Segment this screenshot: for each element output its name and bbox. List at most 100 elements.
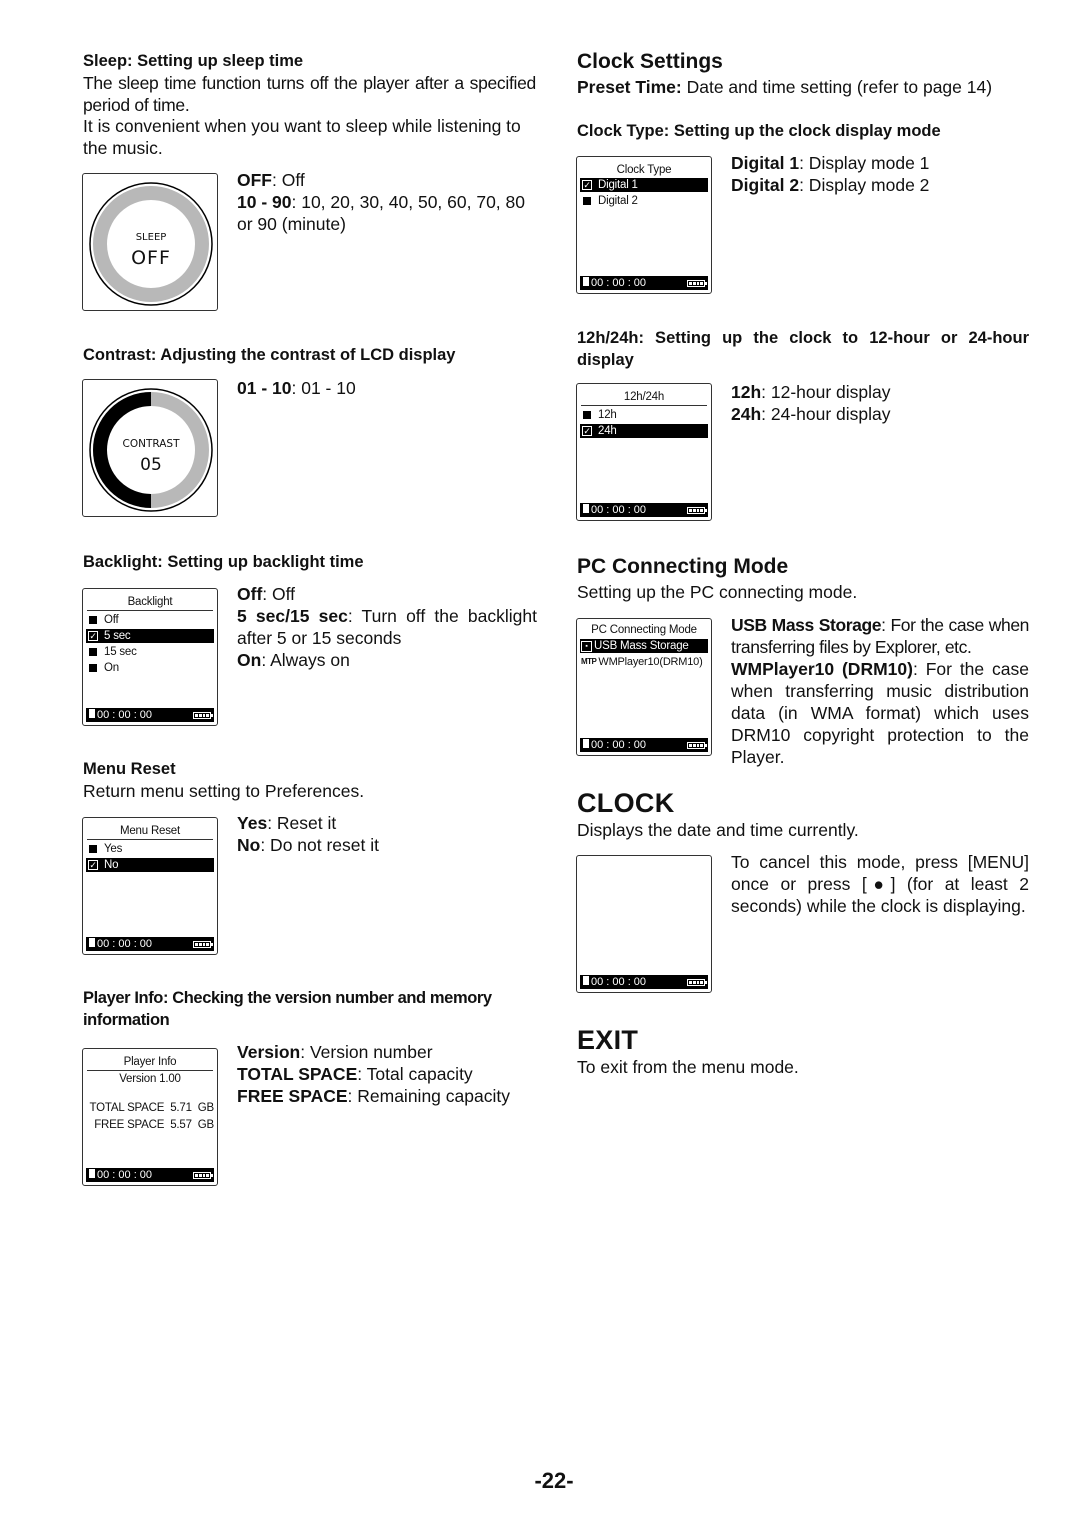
backlight-options: Off: Off 5 sec/15 sec: Turn off the back… (237, 583, 537, 671)
sleep-description: The sleep time function turns off the pl… (83, 73, 536, 115)
status-bar: 00 : 00 : 00 (86, 937, 214, 951)
contrast-dial-value: 05 (140, 455, 162, 475)
clock-description: Displays the date and time currently. (577, 820, 859, 840)
contrast-dial-screen: CONTRAST 05 (82, 379, 218, 517)
preset-time-value: Date and time setting (refer to page 14) (681, 77, 993, 97)
menu-reset-screen-title: Menu Reset (87, 824, 213, 840)
sleep-heading: Sleep: Setting up sleep time (83, 52, 304, 70)
stop-icon (89, 1169, 95, 1178)
battery-icon (193, 940, 213, 948)
unchecked-box-icon (89, 648, 97, 656)
sleep-dial-screen: SLEEP OFF (82, 173, 218, 311)
clock-type-option1-value: : Display mode 1 (799, 153, 930, 173)
pc-mode-screen: PC Connecting Mode ▪ USB Mass Storage MT… (576, 618, 712, 756)
stop-icon (89, 709, 95, 718)
backlight-option-off-key: Off (237, 584, 263, 604)
status-time: 00 : 00 : 00 (97, 1169, 153, 1181)
menu-reset-options: Yes: Reset it No: Do not reset it (237, 812, 379, 856)
backlight-item-on: On (86, 661, 214, 675)
unchecked-box-icon (583, 411, 591, 419)
pc-option-wmplayer-key: WMPlayer10 (DRM10) (731, 659, 913, 679)
menu-reset-item-yes: Yes (86, 842, 214, 856)
sleep-option-off-value: : Off (272, 170, 305, 190)
stop-icon (583, 739, 589, 748)
menu-reset-option-yes-value: : Reset it (267, 813, 337, 833)
status-bar: 00 : 00 : 00 (86, 1168, 214, 1182)
backlight-option-on-value: : Always on (261, 650, 350, 670)
player-info-option-version-value: : Version number (300, 1042, 433, 1062)
backlight-screen-title: Backlight (87, 595, 213, 611)
stop-icon (583, 504, 589, 513)
backlight-item-off: Off (86, 613, 214, 627)
battery-icon (193, 711, 213, 719)
checked-box-icon: ✓ (88, 631, 98, 641)
hour-format-options: 12h: 12-hour display 24h: 24-hour displa… (731, 381, 891, 425)
backlight-item-5sec: ✓ 5 sec (86, 629, 214, 643)
exit-heading: EXIT (577, 1025, 639, 1055)
clock-type-options: Digital 1: Display mode 1 Digital 2: Dis… (731, 152, 929, 196)
status-bar: 00 : 00 : 00 (580, 738, 708, 752)
exit-description: To exit from the menu mode. (577, 1057, 799, 1077)
unchecked-box-icon (89, 845, 97, 853)
unchecked-box-icon (583, 197, 591, 205)
pc-mode-item-wmplayer: MTP WMPlayer10(DRM10) (581, 656, 703, 668)
checked-box-icon: ✓ (88, 860, 98, 870)
clock-type-option2-value: : Display mode 2 (799, 175, 930, 195)
pc-option-usb-key: USB Mass Storage (731, 615, 882, 635)
checked-box-icon: ✓ (582, 180, 592, 190)
backlight-option-on-key: On (237, 650, 262, 670)
hour-format-screen: 12h/24h 12h ✓ 24h 00 : 00 : 00 (576, 383, 712, 521)
clock-type-option1-key: Digital 1 (731, 153, 800, 173)
menu-reset-option-no-key: No (237, 835, 261, 855)
status-time: 00 : 00 : 00 (591, 739, 647, 751)
hour-format-item-24h: ✓ 24h (580, 424, 708, 438)
battery-icon (687, 506, 707, 514)
clock-type-screen: Clock Type ✓ Digital 1 Digital 2 00 : 00 … (576, 156, 712, 294)
sleep-dial-value: OFF (131, 247, 171, 269)
sleep-dial-label: SLEEP (136, 232, 167, 243)
player-info-version: Version 1.00 (119, 1073, 181, 1085)
clock-type-heading: Clock Type: Setting up the clock display… (577, 122, 941, 140)
backlight-screen: Backlight Off ✓ 5 sec 15 sec On 00 : 00 :… (82, 588, 218, 726)
battery-icon (687, 279, 707, 287)
hour-format-screen-title: 12h/24h (581, 390, 707, 406)
player-info-heading: Player Info: Checking the version number… (83, 989, 492, 1029)
player-info-option-free-value: : Remaining capacity (347, 1086, 510, 1106)
status-bar: 00 : 00 : 00 (580, 975, 708, 989)
clock-settings-heading: Clock Settings (577, 50, 723, 73)
hour-option-12h-value: : 12-hour display (761, 382, 891, 402)
contrast-option-key: 01 - 10 (237, 378, 292, 398)
sleep-options: OFF: Off 10 - 90: 10, 20, 30, 40, 50, 60… (237, 169, 537, 235)
player-info-total-space: TOTAL SPACE 5.71 GB (89, 1102, 215, 1114)
player-info-option-version-key: Version (237, 1042, 301, 1062)
battery-icon (193, 1171, 213, 1179)
page-number: -22- (534, 1468, 574, 1493)
player-info-screen-title: Player Info (87, 1055, 213, 1071)
battery-icon (687, 978, 707, 986)
stop-icon (583, 976, 589, 985)
menu-reset-option-yes-key: Yes (237, 813, 268, 833)
usb-storage-icon: ▪ (581, 640, 592, 652)
clock-type-item-digital2: Digital 2 (580, 194, 708, 208)
hour-option-12h-key: 12h (731, 382, 762, 402)
clock-type-option2-key: Digital 2 (731, 175, 800, 195)
pc-mode-description: Setting up the PC connecting mode. (577, 582, 858, 602)
unchecked-box-icon (89, 664, 97, 672)
contrast-options: 01 - 10: 01 - 10 (237, 377, 356, 399)
preset-time-line: Preset Time: Date and time setting (refe… (577, 76, 992, 98)
backlight-heading: Backlight: Setting up backlight time (83, 553, 364, 571)
checked-box-icon: ✓ (582, 426, 592, 436)
sleep-option-off-key: OFF (237, 170, 272, 190)
player-info-screen: Player Info Version 1.00 TOTAL SPACE 5.7… (82, 1048, 218, 1186)
status-time: 00 : 00 : 00 (97, 709, 153, 721)
backlight-option-off-value: : Off (262, 584, 296, 604)
status-time: 00 : 00 : 00 (591, 504, 647, 516)
hour-format-heading: 12h/24h: Setting up the clock to 12-hour… (577, 329, 1029, 369)
contrast-heading: Contrast: Adjusting the contrast of LCD … (83, 346, 456, 364)
stop-icon (89, 938, 95, 947)
stop-icon (583, 277, 589, 286)
preset-time-key: Preset Time: (577, 77, 682, 97)
unchecked-box-icon (89, 616, 97, 624)
clock-type-screen-title: Clock Type (616, 164, 672, 176)
player-info-option-total-value: : Total capacity (357, 1064, 473, 1084)
